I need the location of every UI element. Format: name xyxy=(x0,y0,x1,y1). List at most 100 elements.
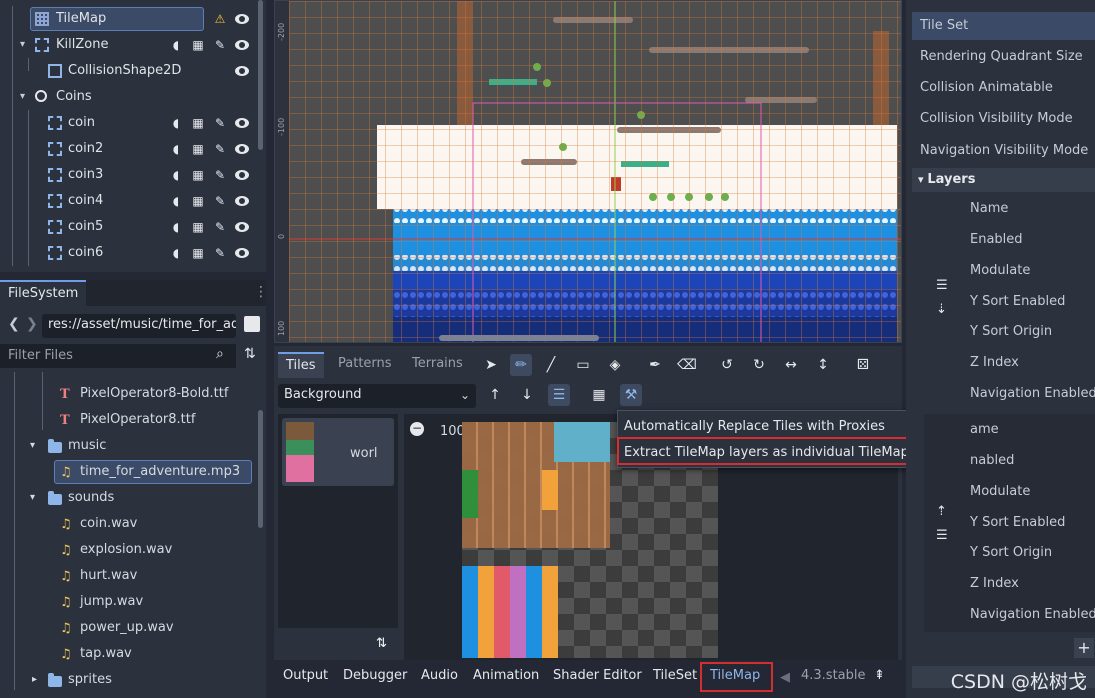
file-row-font[interactable]: T PixelOperator8.ttf xyxy=(0,407,258,433)
script-icon[interactable]: ✎ xyxy=(212,219,228,235)
prop-layer-navigation-enabled[interactable]: Navigation Enabled xyxy=(970,386,1095,401)
rotate-right-icon[interactable]: ↻ xyxy=(748,354,770,376)
prop-layer-y-sort-origin[interactable]: Y Sort Origin xyxy=(970,324,1052,339)
flip-v-icon[interactable]: ↕ xyxy=(812,354,834,376)
prop-layer-modulate[interactable]: Modulate xyxy=(970,263,1030,278)
drag-handle-icon[interactable]: ☰ xyxy=(936,278,948,293)
filesystem-scrollbar[interactable] xyxy=(258,410,263,528)
prop-rendering-quadrant-size[interactable]: Rendering Quadrant Size xyxy=(920,49,1083,77)
prop-layer2-y-sort-origin[interactable]: Y Sort Origin xyxy=(970,545,1052,560)
prop-layer-enabled[interactable]: Enabled xyxy=(970,232,1023,247)
eraser-tool-icon[interactable]: ⌫ xyxy=(676,354,698,376)
signal-icon[interactable]: ◖ xyxy=(168,219,184,235)
prop-layer-name[interactable]: Name xyxy=(970,201,1008,216)
drag-handle-icon[interactable]: ☰ xyxy=(936,528,948,543)
tab-patterns[interactable]: Patterns xyxy=(330,352,400,378)
zoom-out-icon[interactable]: − xyxy=(410,422,424,436)
script-icon[interactable]: ✎ xyxy=(212,141,228,157)
tree-node-coin4[interactable]: coin4 ◖ ▦ ✎ xyxy=(0,188,258,214)
layer-select[interactable]: Background xyxy=(278,384,476,408)
tab-filesystem[interactable]: FileSystem xyxy=(0,280,86,306)
group-icon[interactable]: ▦ xyxy=(190,37,206,53)
tree-node-coin2[interactable]: coin2 ◖ ▦ ✎ xyxy=(0,136,258,162)
group-icon[interactable]: ▦ xyxy=(190,193,206,209)
expand-arrow-icon[interactable]: ▾ xyxy=(30,492,35,503)
path-field[interactable]: res://asset/music/time_for_ad xyxy=(42,314,236,338)
visibility-eye-icon[interactable] xyxy=(234,193,250,209)
tree-node-coin[interactable]: coin ◖ ▦ ✎ xyxy=(0,110,258,136)
forward-arrow-icon[interactable]: ❯ xyxy=(26,316,38,332)
group-icon[interactable]: ▦ xyxy=(190,219,206,235)
tree-node-tilemap[interactable]: TileMap ⚠ xyxy=(0,6,258,32)
level-canvas[interactable] xyxy=(289,1,901,343)
prop-layer2-y-sort-enabled[interactable]: Y Sort Enabled xyxy=(970,515,1065,530)
sort-icon[interactable]: ⇅ xyxy=(244,346,256,362)
menu-item-replace-proxies[interactable]: Automatically Replace Tiles with Proxies xyxy=(622,415,887,439)
group-icon[interactable]: ▦ xyxy=(190,245,206,261)
tab-animation[interactable]: Animation xyxy=(473,668,539,683)
split-view-icon[interactable] xyxy=(244,316,260,332)
layer-up-icon[interactable]: ↑ xyxy=(484,384,506,406)
script-icon[interactable]: ✎ xyxy=(212,115,228,131)
tab-debugger[interactable]: Debugger xyxy=(343,668,407,683)
scene-viewport[interactable]: -200 -100 0 100 xyxy=(274,0,902,343)
visibility-eye-icon[interactable] xyxy=(234,37,250,53)
back-arrow-icon[interactable]: ❮ xyxy=(8,316,20,332)
tree-node-killzone[interactable]: ▾ KillZone ◖ ▦ ✎ xyxy=(0,32,258,58)
visibility-eye-icon[interactable] xyxy=(234,63,250,79)
prop-layer2-enabled[interactable]: nabled xyxy=(970,453,1014,468)
file-row-tap-wav[interactable]: ♫ tap.wav xyxy=(0,641,258,667)
group-icon[interactable]: ▦ xyxy=(190,115,206,131)
script-icon[interactable]: ✎ xyxy=(212,37,228,53)
tilemap-tools-icon[interactable]: ⚒ xyxy=(620,384,642,406)
filter-files-input[interactable]: Filter Files xyxy=(0,344,236,368)
prop-layer-z-index[interactable]: Z Index xyxy=(970,355,1019,370)
move-down-icon[interactable]: ⇣ xyxy=(936,302,947,317)
expand-panel-icon[interactable]: ⇞ xyxy=(874,668,885,683)
visibility-eye-icon[interactable] xyxy=(234,11,250,27)
bucket-tool-icon[interactable]: ◈ xyxy=(604,354,626,376)
rect-tool-icon[interactable]: ▭ xyxy=(572,354,594,376)
prop-tile-set[interactable]: Tile Set xyxy=(920,18,968,46)
signal-icon[interactable]: ◖ xyxy=(168,167,184,183)
visibility-eye-icon[interactable] xyxy=(234,167,250,183)
tab-shader-editor[interactable]: Shader Editor xyxy=(553,668,642,683)
group-icon[interactable]: ▦ xyxy=(190,167,206,183)
folder-row-sprites[interactable]: ▸ sprites xyxy=(0,667,258,693)
tree-node-coins[interactable]: ▾ Coins xyxy=(0,84,258,110)
warning-icon[interactable]: ⚠ xyxy=(212,11,228,27)
chevron-down-icon[interactable]: ⌄ xyxy=(460,388,470,402)
tab-output[interactable]: Output xyxy=(283,668,328,683)
panel-sort-icon[interactable]: ⇅ xyxy=(376,636,387,651)
file-row-font-bold[interactable]: T PixelOperator8-Bold.ttf xyxy=(0,381,258,407)
flip-h-icon[interactable]: ↔ xyxy=(780,354,802,376)
prop-layer2-z-index[interactable]: Z Index xyxy=(970,576,1019,591)
file-row-coin-wav[interactable]: ♫ coin.wav xyxy=(0,511,258,537)
grid-toggle-icon[interactable]: ▦ xyxy=(588,384,610,406)
file-row-power-up-wav[interactable]: ♫ power_up.wav xyxy=(0,615,258,641)
tree-node-coin6[interactable]: coin6 ◖ ▦ ✎ xyxy=(0,240,258,266)
tree-node-coin3[interactable]: coin3 ◖ ▦ ✎ xyxy=(0,162,258,188)
section-layers[interactable]: ▾ Layers xyxy=(912,168,1095,192)
tileset-item[interactable]: worl xyxy=(282,418,394,486)
prop-layer2-navigation-enabled[interactable]: Navigation Enabled xyxy=(970,607,1095,622)
prop-layer2-modulate[interactable]: Modulate xyxy=(970,484,1030,499)
visibility-eye-icon[interactable] xyxy=(234,141,250,157)
select-tool-icon[interactable]: ➤ xyxy=(480,354,502,376)
prop-layer-y-sort-enabled[interactable]: Y Sort Enabled xyxy=(970,294,1065,309)
scene-tree-scrollbar[interactable] xyxy=(258,0,263,150)
move-up-icon[interactable]: ⇡ xyxy=(936,504,947,519)
tab-audio[interactable]: Audio xyxy=(421,668,458,683)
file-row-time-for-adventure[interactable]: ♫ time_for_adventure.mp3 xyxy=(0,459,258,485)
file-row-jump-wav[interactable]: ♫ jump.wav xyxy=(0,589,258,615)
folder-row-music[interactable]: ▾ music xyxy=(0,433,258,459)
prop-collision-animatable[interactable]: Collision Animatable xyxy=(920,80,1053,108)
tab-tiles[interactable]: Tiles xyxy=(278,352,324,378)
rotate-left-icon[interactable]: ↺ xyxy=(716,354,738,376)
signal-icon[interactable]: ◖ xyxy=(168,115,184,131)
signal-icon[interactable]: ◖ xyxy=(168,141,184,157)
tab-terrains[interactable]: Terrains xyxy=(404,352,471,378)
paint-tool-icon[interactable]: ✏ xyxy=(510,354,532,376)
script-icon[interactable]: ✎ xyxy=(212,193,228,209)
expand-arrow-icon[interactable]: ▾ xyxy=(20,39,25,50)
